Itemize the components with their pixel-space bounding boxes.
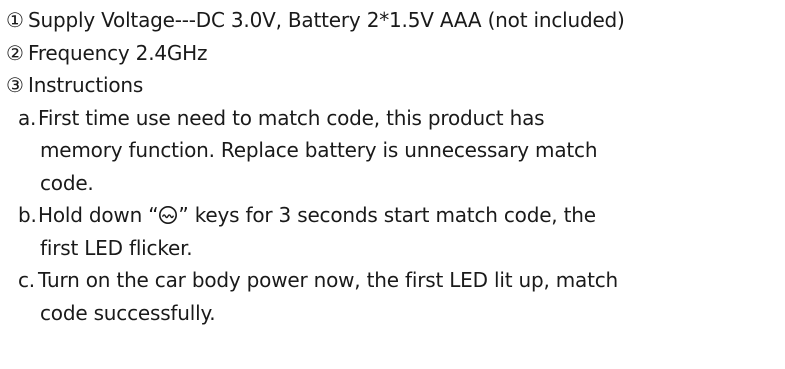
step-text: First time use need to match code, this … [38,105,545,130]
spec-instructions-heading: ③ Instructions [0,69,785,102]
step-text-pre: Hold down “ [38,203,159,227]
circled-number-1: ① [6,8,24,32]
spec-frequency: ② Frequency 2.4GHz [0,37,785,70]
spec-text: Supply Voltage---DC 3.0V, Battery 2*1.5V… [28,8,625,32]
spec-supply-voltage: ① Supply Voltage---DC 3.0V, Battery 2*1.5… [0,4,785,37]
step-c-line-2: code successfully. [40,300,216,325]
step-text: Turn on the car body power now, the firs… [38,268,619,292]
step-a-line-2: memory function. Replace battery is unne… [40,138,598,162]
step-text-post: ” keys for 3 seconds start match code, t… [178,203,596,227]
wave-in-circle-icon [158,205,178,225]
step-letter-b: b. [18,203,37,227]
circled-number-3: ③ [6,73,24,97]
section-heading: Instructions [28,73,144,97]
step-letter-a: a. [18,105,37,130]
spec-text: Frequency 2.4GHz [28,40,208,65]
step-b-line-1: b.Hold down “ ” keys for 3 seconds start … [0,199,785,232]
step-a-line-1: a.First time use need to match code, thi… [0,102,785,135]
step-a-line-3: code. [40,170,94,195]
step-letter-c: c. [18,268,35,292]
circled-number-2: ② [6,40,24,65]
step-c-line-1: c. Turn on the car body power now, the fi… [0,264,785,297]
instruction-document: ① Supply Voltage---DC 3.0V, Battery 2*1.5… [0,4,785,329]
step-b-line-2: first LED flicker. [40,235,193,260]
